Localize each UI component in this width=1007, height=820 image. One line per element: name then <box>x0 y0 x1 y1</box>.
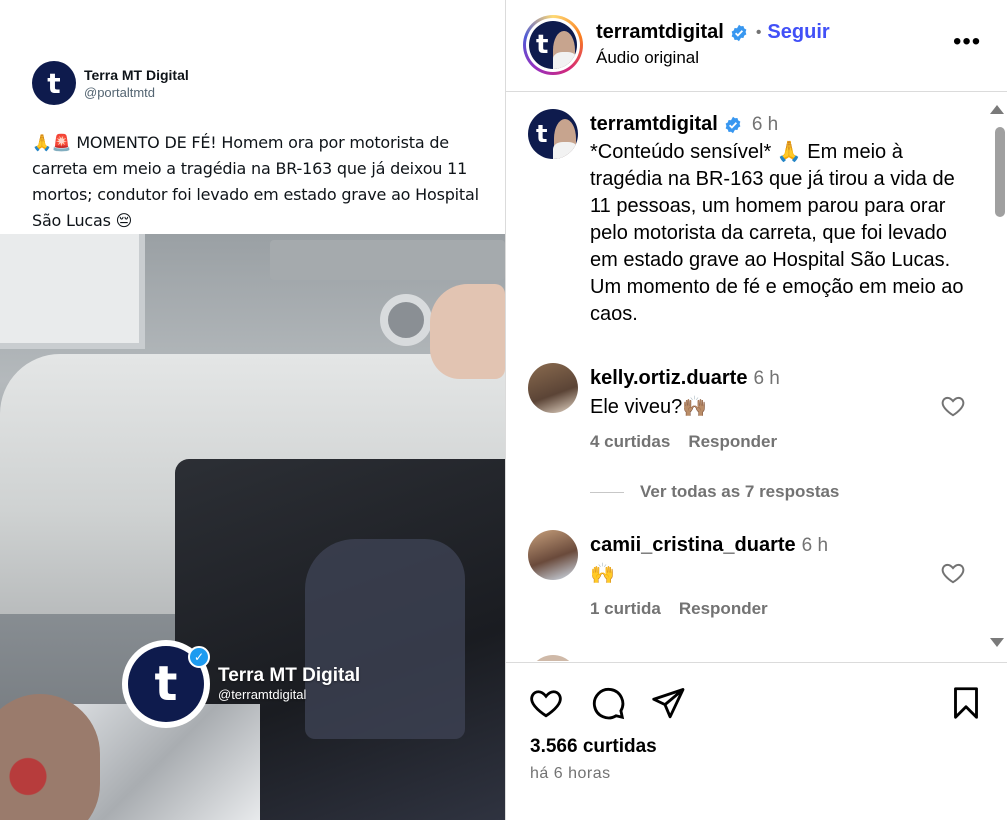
tweet-header: t Terra MT Digital @portaltmtd <box>32 61 189 105</box>
instagram-post-modal: t Terra MT Digital @portaltmtd 🙏🚨 MOMENT… <box>0 0 1007 820</box>
post-header: t terramtdigital • Seguir Áudio original… <box>506 0 1007 92</box>
story-ring[interactable]: t <box>523 15 583 75</box>
like-comment-heart-icon[interactable] <box>940 393 966 419</box>
comment-username[interactable]: kelly.ortiz.duarte <box>590 367 747 389</box>
commenter-avatar[interactable] <box>528 530 578 580</box>
ambulance-rail <box>270 240 505 280</box>
post-media[interactable]: t Terra MT Digital @portaltmtd 🙏🚨 MOMENT… <box>0 0 505 820</box>
verified-badge-icon <box>731 24 747 41</box>
tweet-avatar: t <box>32 61 76 105</box>
comment-text: Ele viveu?🙌🏽 <box>590 396 708 418</box>
tweet-text: 🙏🚨 MOMENTO DE FÉ! Homem ora por motorist… <box>32 133 479 230</box>
comment-author-row: camii_cristina_duarte 6 h <box>590 534 828 557</box>
author-avatar[interactable]: t <box>529 21 577 69</box>
author-row: terramtdigital • Seguir <box>596 21 830 44</box>
scroll-down-arrow-icon[interactable] <box>990 638 1004 647</box>
caption-username[interactable]: terramtdigital <box>590 113 718 136</box>
post-sidebar: t terramtdigital • Seguir Áudio original… <box>505 0 1007 820</box>
verified-badge-icon <box>725 116 741 133</box>
original-audio-link[interactable]: Áudio original <box>596 48 699 68</box>
watermark-handle: @terramtdigital <box>218 687 307 702</box>
tweet-handle: @portaltmtd <box>84 84 155 100</box>
watermark-name: Terra MT Digital <box>218 665 361 686</box>
comment-likes[interactable]: 4 curtidas <box>590 432 670 452</box>
comment-text: 🙌 <box>590 563 615 585</box>
author-username[interactable]: terramtdigital <box>596 21 724 44</box>
video-frame[interactable]: t ✓ Terra MT Digital @terramtdigital <box>0 234 505 820</box>
like-comment-heart-icon[interactable] <box>940 560 966 586</box>
save-bookmark-icon[interactable] <box>948 685 984 721</box>
comment-time[interactable]: 6 h <box>802 535 828 556</box>
comment-bubble-icon[interactable] <box>590 685 626 721</box>
separator-dot: • <box>755 23 762 41</box>
brand-logo-icon: t ✓ <box>122 640 210 728</box>
ambulance-vent <box>380 294 432 346</box>
like-count[interactable]: 3.566 curtidas <box>530 736 657 758</box>
share-send-icon[interactable] <box>650 685 686 721</box>
caption-text: *Conteúdo sensível* 🙏 Em meio à tragédia… <box>590 141 964 325</box>
raised-hand <box>430 284 505 379</box>
reply-button[interactable]: Responder <box>688 432 777 452</box>
replies-divider <box>590 491 624 493</box>
scroll-up-arrow-icon[interactable] <box>990 105 1004 114</box>
verified-check-icon: ✓ <box>188 646 210 668</box>
reply-button[interactable]: Responder <box>679 599 768 619</box>
comment-username[interactable]: camii_cristina_duarte <box>590 534 796 556</box>
post-time[interactable]: há 6 horas <box>530 765 611 783</box>
tweet-name: Terra MT Digital <box>84 66 189 83</box>
video-watermark: t ✓ Terra MT Digital @terramtdigital <box>122 640 360 728</box>
comment-author-row: kelly.ortiz.duarte 6 h <box>590 367 780 390</box>
scrollbar[interactable] <box>990 93 1007 661</box>
commenter-avatar[interactable] <box>528 655 578 661</box>
scrollbar-thumb[interactable] <box>995 127 1005 217</box>
caption-author-row: terramtdigital 6 h <box>590 113 778 136</box>
comment-time[interactable]: 6 h <box>753 368 779 389</box>
view-replies-button[interactable]: Ver todas as 7 respostas <box>590 482 839 502</box>
like-heart-icon[interactable] <box>528 685 564 721</box>
ambulance-cabinet <box>0 234 145 349</box>
commenter-avatar[interactable] <box>528 363 578 413</box>
more-options-icon[interactable]: ••• <box>953 30 980 58</box>
follow-button[interactable]: Seguir <box>767 21 829 44</box>
comment-likes[interactable]: 1 curtida <box>590 599 661 619</box>
caption-avatar[interactable]: t <box>528 109 578 159</box>
post-actions: 3.566 curtidas há 6 horas <box>506 662 1007 820</box>
caption-time[interactable]: 6 h <box>752 114 778 136</box>
comments-list[interactable]: t terramtdigital 6 h *Conteúdo sensível*… <box>506 93 1007 661</box>
view-replies-label: Ver todas as 7 respostas <box>640 482 840 501</box>
